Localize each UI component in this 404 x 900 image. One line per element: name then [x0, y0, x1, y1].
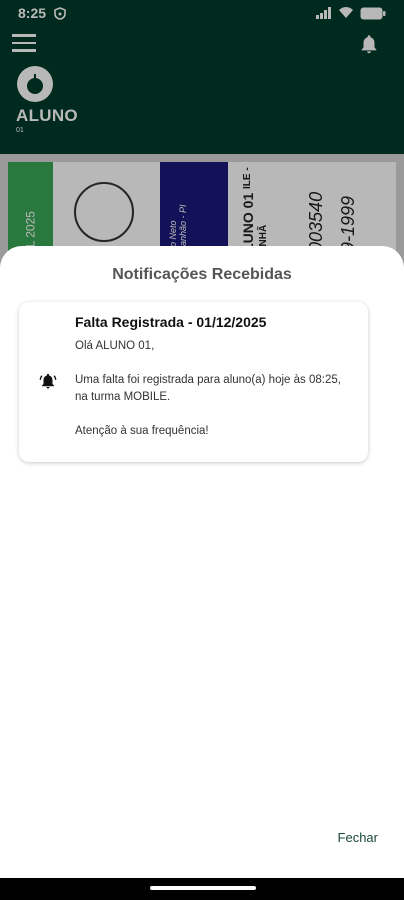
sheet-title: Notificações Recebidas	[112, 266, 292, 283]
notification-bell-icon	[39, 373, 57, 389]
notification-card[interactable]: Falta Registrada - 01/12/2025 Olá ALUNO …	[19, 302, 368, 462]
system-nav-bar	[0, 878, 404, 900]
notification-title: Falta Registrada - 01/12/2025	[75, 314, 267, 330]
home-gesture-handle[interactable]	[150, 886, 256, 890]
notification-message: Uma falta foi registrada para aluno(a) h…	[75, 374, 341, 403]
notification-greeting: Olá ALUNO 01,	[75, 340, 155, 352]
close-button[interactable]: Fechar	[338, 830, 378, 845]
notification-body: Olá ALUNO 01, Uma falta foi registrada p…	[75, 338, 355, 440]
notification-closing: Atenção à sua frequência!	[75, 425, 209, 437]
notifications-sheet: Notificações Recebidas Falta Registrada …	[0, 246, 404, 878]
